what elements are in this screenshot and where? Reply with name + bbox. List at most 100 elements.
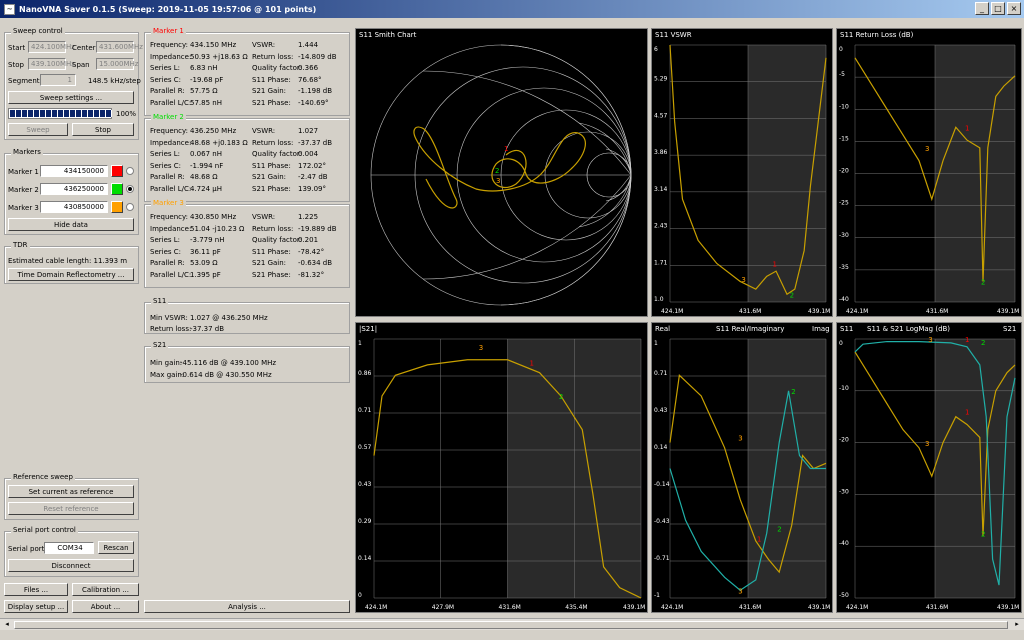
disconnect-button[interactable]: Disconnect [8, 559, 134, 572]
sweep-highlight-region [748, 45, 826, 302]
chart-marker-label: 3 [741, 276, 745, 284]
marker-field-value: -19.68 pF [190, 75, 224, 84]
marker-color-button[interactable] [111, 165, 123, 177]
smith-chart[interactable]: S11 Smith Chart 1 2 3 [355, 28, 648, 317]
x-tick-label: 424.1M [661, 308, 683, 315]
marker-frequency-input[interactable]: 430850000 [40, 201, 108, 213]
y-tick-label: 0 [839, 46, 843, 53]
marker-field-value: -14.809 dB [298, 52, 337, 61]
marker-field-label: Parallel R: [150, 87, 185, 95]
marker-color-button[interactable] [111, 183, 123, 195]
marker-radio[interactable] [126, 185, 134, 193]
files-button[interactable]: Files ... [4, 583, 68, 596]
marker-field-value: -140.69° [298, 98, 329, 107]
marker-field-label: Series L: [150, 64, 181, 72]
y-tick-label: 1 [654, 340, 658, 347]
logmag-chart[interactable]: 0 -10 -20 -30 -40 -50 424.1M 431.6M 439.1M 3 1 2 3 1 2… [836, 322, 1022, 613]
marker-field-value: 139.09° [298, 184, 326, 193]
display-setup-button[interactable]: Display setup ... [4, 600, 68, 613]
real-imag-chart-title: S11 Real/Imaginary [716, 325, 785, 333]
start-input[interactable]: 424.100MHz [28, 41, 75, 53]
close-button[interactable]: × [1007, 2, 1021, 15]
marker-label: Marker 2 [8, 186, 39, 194]
center-input[interactable]: 431.600MHz [96, 41, 143, 53]
y-tick-label: 5.29 [654, 76, 668, 83]
y-tick-label: 3.86 [654, 149, 668, 156]
marker-field-value: -81.32° [298, 270, 325, 279]
vswr-chart[interactable]: 6 5.29 4.57 3.86 3.14 2.43 1.71 1.0 424.1M 431.6M… [651, 28, 833, 317]
tdr-button[interactable]: Time Domain Reflectometry ... [8, 268, 134, 281]
reset-reference-button[interactable]: Reset reference [8, 502, 134, 515]
marker-info-title: Marker 1 [151, 27, 186, 35]
real-imag-chart[interactable]: 1 0.71 0.43 0.14 -0.14 -0.43 -0.71 -1 424.1M 431.… [651, 322, 833, 613]
stop-input[interactable]: 439.100MHz [28, 58, 75, 70]
marker-field-label: Return loss: [252, 224, 294, 233]
sweep-button[interactable]: Sweep [8, 123, 68, 136]
marker-field-value: -1.198 dB [298, 87, 333, 95]
marker-field-label: Frequency: [150, 213, 189, 221]
y-tick-label: 1.0 [654, 296, 664, 303]
return-loss-chart[interactable]: 0 -5 -10 -15 -20 -25 -30 -35 -40 424.1M 431.6M 439.… [836, 28, 1022, 317]
marker-field-value: 6.83 nH [190, 64, 218, 72]
y-tick-label: 0.71 [358, 407, 372, 414]
x-tick-label: 424.1M [846, 604, 868, 611]
marker-field-value: 1.395 pF [190, 270, 221, 279]
marker-field-value: 51.04 -j10.23 Ω [190, 224, 245, 233]
y-tick-label: 0.43 [358, 481, 372, 488]
s11-legend-label: S11 [840, 325, 854, 333]
marker-field-label: Parallel R: [150, 173, 185, 181]
set-reference-button[interactable]: Set current as reference [8, 485, 134, 498]
chart-marker-label: 3 [925, 440, 929, 448]
y-tick-label: -30 [839, 232, 849, 239]
marker-field-value: 0.004 [298, 150, 319, 158]
maximize-button[interactable]: □ [991, 2, 1005, 15]
logmag-chart-title: S11 & S21 LogMag (dB) [867, 325, 951, 333]
scroll-right-arrow[interactable]: ▸ [1012, 620, 1022, 630]
segments-label: Segments [8, 77, 44, 85]
sweep-settings-button[interactable]: Sweep settings ... [8, 91, 134, 104]
marker-frequency-input[interactable]: 434150000 [40, 165, 108, 177]
serial-port-title: Serial port control [11, 526, 78, 534]
y-tick-label: -25 [839, 200, 849, 207]
analysis-button[interactable]: Analysis ... [144, 600, 350, 613]
min-gain-label: Min gain: [150, 359, 183, 367]
marker-radio[interactable] [126, 203, 134, 211]
stop-button[interactable]: Stop [72, 123, 134, 136]
minimize-button[interactable]: _ [975, 2, 989, 15]
horizontal-scrollbar[interactable]: ◂ ▸ [0, 618, 1024, 630]
marker-field-value: 436.250 MHz [190, 127, 237, 135]
marker-field-label: Return loss: [252, 138, 294, 147]
serial-port-input[interactable]: COM34 [44, 542, 94, 554]
rescan-button[interactable]: Rescan [98, 541, 134, 554]
x-tick-label: 424.1M [365, 604, 387, 611]
marker-field-label: S21 Phase: [252, 270, 291, 279]
marker-field-value: 53.09 Ω [190, 259, 218, 267]
y-tick-label: 0.86 [358, 370, 372, 377]
x-tick-label: 439.1M [808, 308, 830, 315]
y-tick-label: -50 [839, 592, 849, 599]
calibration-button[interactable]: Calibration ... [72, 583, 139, 596]
marker-field-label: Series L: [150, 150, 181, 158]
marker-field-label: S11 Phase: [252, 75, 291, 84]
span-input[interactable]: 15.000MHz [96, 58, 138, 70]
about-button[interactable]: About ... [72, 600, 139, 613]
marker-color-button[interactable] [111, 201, 123, 213]
y-tick-label: 0 [358, 592, 362, 599]
marker-field-value: 0.201 [298, 236, 319, 244]
segments-input[interactable]: 1 [40, 74, 76, 86]
marker-frequency-input[interactable]: 436250000 [40, 183, 108, 195]
sweep-progress-bar [8, 108, 112, 119]
x-tick-label: 431.6M [926, 604, 948, 611]
marker-radio[interactable] [126, 167, 134, 175]
s21-summary-title: S21 [151, 341, 169, 349]
marker-field-label: Series C: [150, 161, 181, 170]
marker-field-label: Impedance: [150, 138, 192, 147]
scrollbar-thumb[interactable] [14, 621, 1008, 629]
smith-marker-2: 2 [495, 167, 499, 175]
scroll-left-arrow[interactable]: ◂ [2, 620, 12, 630]
marker-field-label: Parallel L/C: [150, 98, 192, 107]
hide-data-button[interactable]: Hide data [8, 218, 134, 231]
s21-chart[interactable]: 1 0.86 0.71 0.57 0.43 0.29 0.14 0 424.1M 427.9M 43… [355, 322, 648, 613]
y-tick-label: -0.14 [654, 481, 670, 488]
marker-field-label: S11 Phase: [252, 161, 291, 170]
